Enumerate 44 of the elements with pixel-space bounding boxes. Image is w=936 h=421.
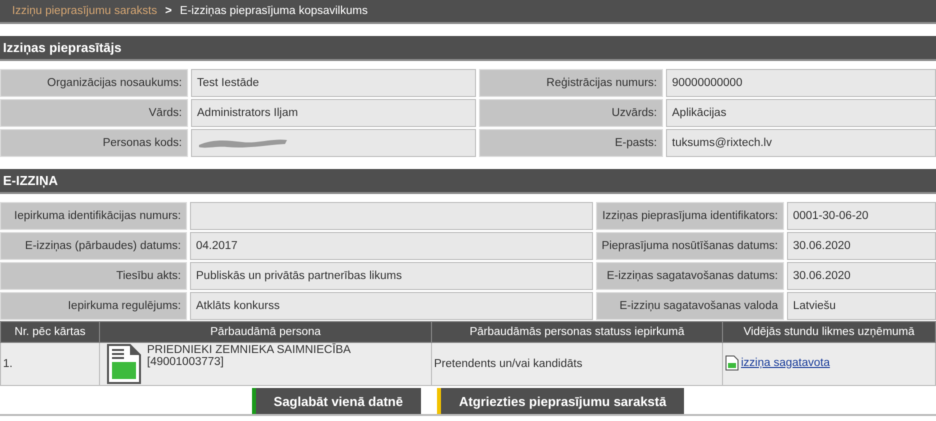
field-label: Tiesību akts: bbox=[0, 262, 187, 290]
person-name: PRIEDNIEKI ZEMNIEKA SAIMNIECĪBA bbox=[147, 344, 351, 356]
breadcrumb-separator: > bbox=[165, 5, 172, 17]
field-value: 30.06.2020 bbox=[787, 232, 936, 260]
column-header: Vidējās stundu likmes uzņēmumā bbox=[722, 322, 936, 342]
field-value: 0001-30-06-20 bbox=[787, 202, 936, 230]
section-header: Izziņas pieprasītājs bbox=[0, 36, 936, 61]
field-label: E-izziņas (pārbaudes) datums: bbox=[0, 232, 187, 260]
document-icon bbox=[107, 344, 141, 384]
column-header: Nr. pēc kārtas bbox=[0, 322, 100, 342]
person-code: [49001003773] bbox=[147, 356, 225, 368]
table-cell: Pretendents un/vai kandidāts bbox=[432, 342, 722, 386]
breadcrumb-link[interactable]: Izziņu pieprasījumu saraksts bbox=[12, 5, 158, 17]
document-link[interactable]: izziņa sagatavota bbox=[741, 356, 830, 368]
field-label: Reģistrācijas numurs: bbox=[479, 69, 663, 97]
document-icon bbox=[725, 354, 739, 370]
field-label: E-izziņu sagatavošanas valoda bbox=[596, 292, 784, 320]
field-label: Uzvārds: bbox=[479, 99, 663, 127]
field-label: Personas kods: bbox=[0, 129, 188, 157]
field-label: Vārds: bbox=[0, 99, 188, 127]
action-button[interactable]: Saglabāt vienā datnē bbox=[252, 388, 421, 414]
field-label: Iepirkuma regulējums: bbox=[0, 292, 187, 320]
table-cell: 1. bbox=[0, 342, 100, 386]
field-label: E-izziņas sagatavošanas datums: bbox=[596, 262, 784, 290]
breadcrumb-current: E-izziņas pieprasījuma kopsavilkums bbox=[180, 5, 368, 17]
value-text: Administrators Iljam bbox=[197, 107, 298, 119]
value-text: Test Iestāde bbox=[197, 77, 260, 89]
field-value: Publiskās un privātās partnerības likums bbox=[190, 262, 593, 290]
field-label: Izziņas pieprasījuma identifikators: bbox=[596, 202, 784, 230]
field-label: Pieprasījuma nosūtīšanas datums: bbox=[596, 232, 784, 260]
field-value: 04.2017 bbox=[190, 232, 593, 260]
value-text: tuksums@rixtech.lv bbox=[672, 137, 772, 149]
field-label: E-pasts: bbox=[479, 129, 663, 157]
value-text: Aplikācijas bbox=[672, 107, 726, 119]
field-label: Iepirkuma identifikācijas numurs: bbox=[0, 202, 187, 230]
field-value: Atklāts konkurss bbox=[190, 292, 593, 320]
value-text: 90000000000 bbox=[672, 77, 742, 89]
section-header: E-IZZIŅA bbox=[0, 169, 936, 194]
field-value: Latviešu bbox=[787, 292, 936, 320]
field-label: Organizācijas nosaukums: bbox=[0, 69, 188, 97]
field-value: 30.06.2020 bbox=[787, 262, 936, 290]
action-button[interactable]: Atgriezties pieprasījumu sarakstā bbox=[436, 388, 684, 414]
column-header: Pārbaudāmā persona bbox=[100, 322, 432, 342]
column-header: Pārbaudāmās personas statuss iepirkumā bbox=[432, 322, 722, 342]
